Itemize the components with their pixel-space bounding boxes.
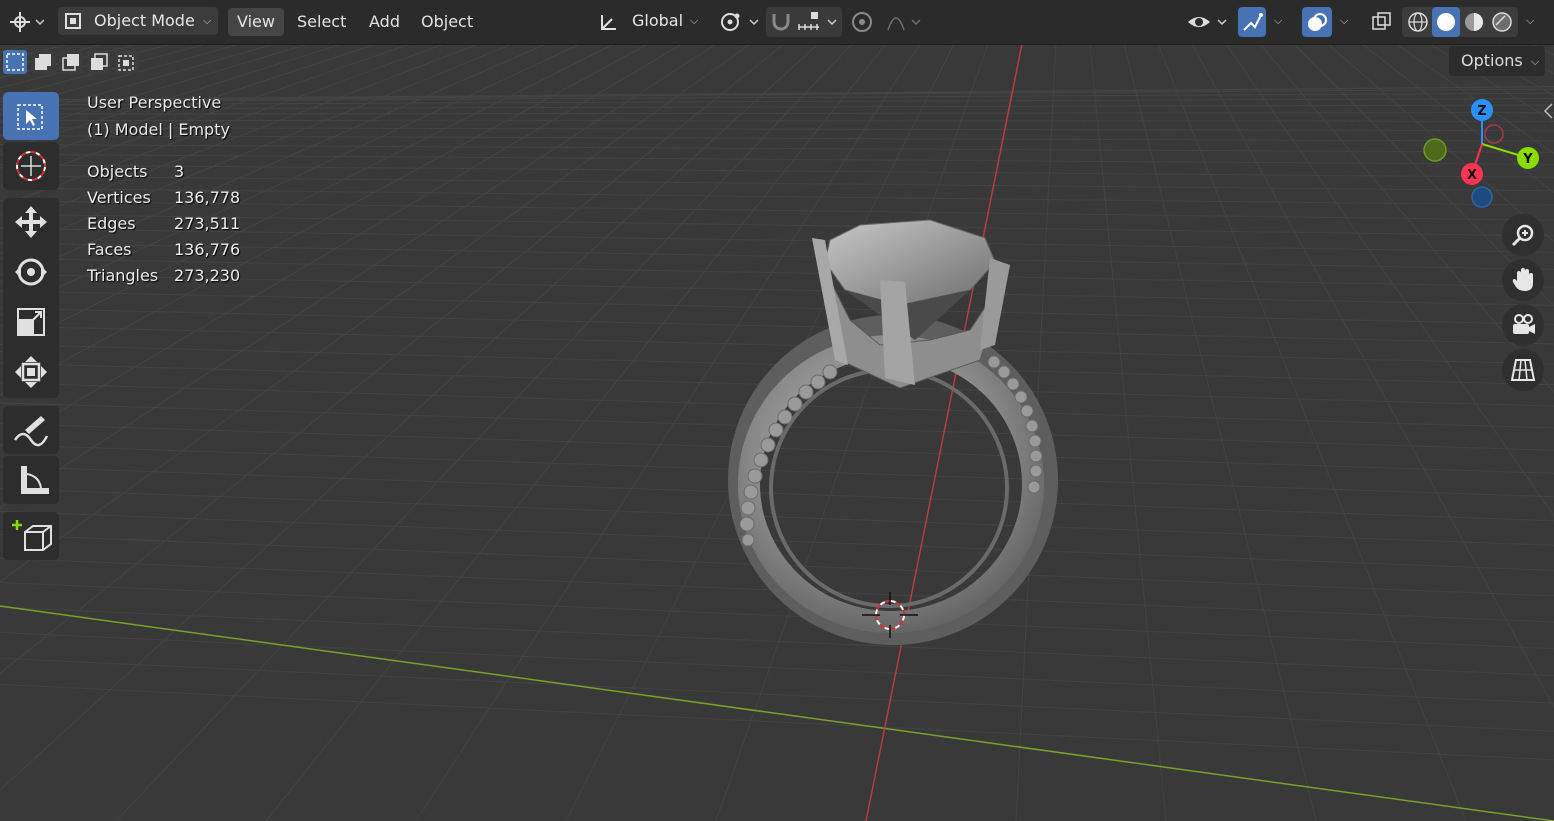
viewport-header: Object Mode ⌵ View Select Add Object Global… [0, 0, 1554, 45]
gizmo-x-axis[interactable]: X [1461, 163, 1483, 185]
chevron-down-icon[interactable]: ⌵ [1526, 14, 1534, 28]
tool-cursor[interactable] [3, 142, 59, 190]
mode-label: Object Mode [94, 11, 195, 30]
menu-add[interactable]: Add [360, 8, 409, 36]
mode-dropdown[interactable]: Object Mode ⌵ [58, 7, 218, 35]
stat-label: Objects [87, 162, 148, 181]
overlays-toggle-button[interactable] [1302, 7, 1332, 37]
stat-value: 136,778 [174, 188, 241, 207]
wireframe-shading-icon[interactable] [1406, 10, 1430, 34]
transform-icon[interactable] [13, 354, 49, 390]
menu-view[interactable]: View [228, 8, 284, 36]
stat-label: Triangles [87, 266, 159, 285]
gizmo-y-label: Y [1522, 152, 1533, 167]
object-mode-icon [65, 13, 81, 29]
move-icon[interactable] [13, 204, 49, 240]
stat-value: 273,230 [174, 266, 241, 285]
xray-icon[interactable] [1370, 10, 1394, 34]
ortho-toggle-button[interactable] [1502, 349, 1544, 391]
orientation-dropdown[interactable]: Global ⌵ [594, 7, 706, 35]
stat-label: Faces [87, 240, 132, 259]
ortho-grid-icon [1510, 359, 1536, 381]
gizmo-z-axis[interactable]: Z [1471, 99, 1493, 121]
solid-shading-icon [1437, 13, 1455, 31]
orientation-label: Global [632, 11, 684, 30]
tool-add-cube[interactable] [3, 512, 59, 560]
orientation-icon [601, 15, 616, 30]
zoom-button[interactable] [1502, 214, 1544, 256]
stat-label: Edges [87, 214, 136, 233]
chevron-down-icon[interactable]: ⌵ [1274, 14, 1282, 28]
gizmo-z-label: Z [1477, 104, 1486, 119]
add-cube-icon [12, 520, 52, 551]
scale-icon[interactable] [13, 304, 49, 340]
pan-button[interactable] [1502, 259, 1544, 301]
snap-increment-icon[interactable] [797, 10, 841, 34]
select-intersect-icon[interactable] [115, 50, 139, 74]
cursor-icon [16, 151, 46, 181]
stat-value: 273,511 [174, 214, 241, 233]
gizmo-x-label: X [1467, 168, 1477, 183]
menu-select[interactable]: Select [288, 8, 355, 36]
snap-magnet-icon[interactable] [769, 10, 793, 34]
tool-annotate[interactable] [3, 406, 59, 454]
stat-value: 136,776 [174, 240, 241, 259]
select-box-icon [17, 104, 43, 130]
select-extend-icon[interactable] [31, 50, 55, 74]
zoom-icon [1511, 224, 1534, 247]
tool-select-box[interactable] [3, 92, 59, 140]
viewport-grid [0, 0, 1554, 821]
overlays-icon [1308, 13, 1327, 31]
navigation-gizmo[interactable]: Z Y X [1410, 92, 1550, 222]
measure-icon [21, 466, 49, 494]
camera-icon [1513, 314, 1535, 334]
gizmo-icon [1243, 13, 1263, 31]
chevron-down-icon[interactable]: ⌵ [1340, 14, 1348, 28]
hand-pan-icon [1512, 268, 1533, 291]
stat-label: Vertices [87, 188, 151, 207]
chevron-down-icon: ⌵ [690, 14, 699, 27]
menu-object[interactable]: Object [412, 8, 482, 36]
stat-value: 3 [174, 162, 185, 181]
view-name: User Perspective [87, 93, 222, 112]
chevron-down-icon: ⌵ [203, 14, 212, 27]
rendered-shading-icon[interactable] [1490, 10, 1514, 34]
gizmo-y-axis[interactable]: Y [1517, 147, 1539, 169]
gizmo-toggle-button[interactable] [1238, 7, 1266, 37]
select-new-icon[interactable] [3, 50, 27, 74]
solid-shading-button[interactable] [1432, 7, 1460, 37]
rotate-icon[interactable] [13, 254, 49, 290]
proportional-editing-icon[interactable] [850, 10, 922, 34]
material-shading-icon[interactable] [1462, 10, 1486, 34]
chevron-down-icon: ⌵ [1531, 55, 1540, 68]
options-dropdown[interactable]: Options ⌵ [1449, 46, 1545, 76]
sidebar-toggle-icon[interactable] [1542, 102, 1554, 120]
options-label: Options [1461, 51, 1523, 70]
selection-mode-buttons [3, 48, 143, 74]
camera-view-button[interactable] [1502, 304, 1544, 346]
3d-viewport[interactable]: Object Mode ⌵ View Select Add Object Global… [0, 0, 1554, 821]
tool-measure[interactable] [3, 456, 59, 504]
select-subtract-icon[interactable] [59, 50, 83, 74]
annotate-icon [13, 416, 49, 447]
active-object-context: (1) Model | Empty [87, 120, 230, 139]
select-invert-icon[interactable] [87, 50, 111, 74]
3d-viewport-icon[interactable] [8, 10, 44, 34]
visibility-eye-icon[interactable] [1186, 10, 1230, 34]
pivot-point-icon[interactable] [718, 10, 762, 34]
